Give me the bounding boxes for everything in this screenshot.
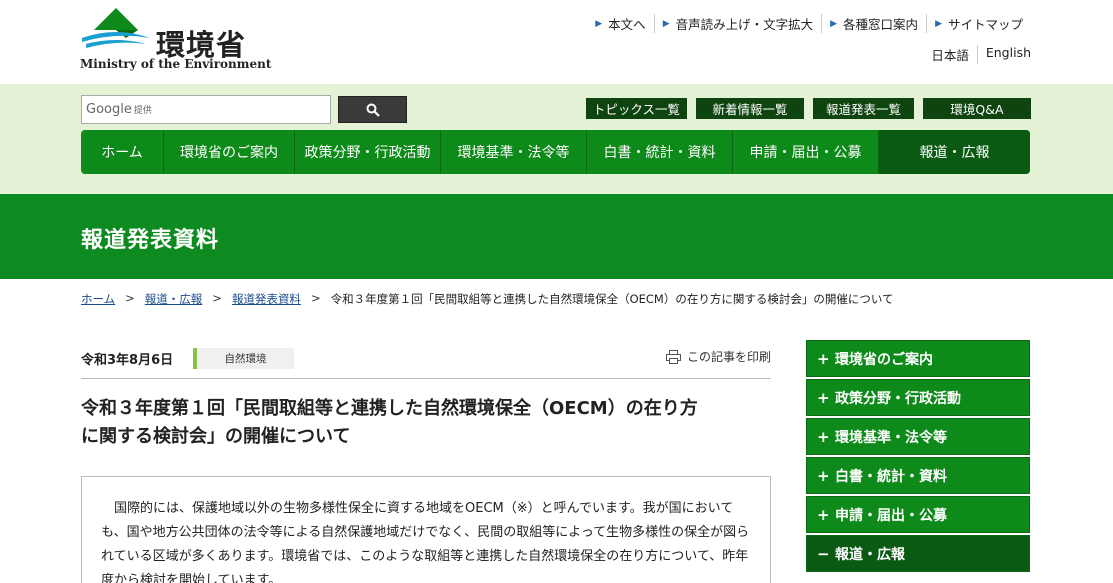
side-nav-about[interactable]: + 環境省のご案内	[806, 340, 1030, 377]
triangle-right-icon: ▶	[830, 18, 838, 29]
google-branding: Google 提供	[86, 102, 152, 117]
side-nav-press[interactable]: − 報道・広報	[806, 535, 1030, 572]
logo-subtitle: Ministry of the Environment	[80, 57, 272, 71]
search-input[interactable]	[144, 98, 324, 121]
util-link-contacts[interactable]: ▶ 各種窓口案内	[821, 14, 926, 33]
page-title: 報道発表資料	[81, 228, 220, 253]
article-body: 国際的には、保護地域以外の生物多様性保全に資する地域をOECM（※）と呼んでいま…	[101, 501, 750, 583]
gnav-standards[interactable]: 環境基準・法令等	[441, 130, 587, 174]
breadcrumb-current: 令和３年度第１回「民間取組等と連携した自然環境保全（OECM）の在り方に関する検…	[330, 292, 894, 306]
side-nav: + 環境省のご案内 + 政策分野・行政活動 + 環境基準・法令等 + 白書・統計・資料 …	[806, 340, 1030, 574]
search-box: Google 提供	[81, 95, 331, 124]
plus-icon: +	[817, 466, 830, 485]
printer-icon	[665, 349, 681, 364]
utility-links: ▶ 本文へ ▶ 音声読み上げ・文字拡大 ▶ 各種窓口案内 ▶ サイトマップ	[587, 14, 1031, 33]
article-title-line: 令和３年度第１回「民間取組等と連携した自然環境保全（OECM）の在り方	[81, 398, 698, 419]
triangle-right-icon: ▶	[935, 18, 942, 29]
page-banner: 報道発表資料	[0, 194, 1113, 279]
gnav-about[interactable]: 環境省のご案内	[164, 130, 295, 174]
search-icon	[366, 103, 380, 117]
gnav-home[interactable]: ホーム	[81, 130, 164, 174]
category-tag: 自然環境	[193, 348, 294, 369]
lang-japanese[interactable]: 日本語	[923, 45, 977, 64]
util-link-sitemap[interactable]: ▶ サイトマップ	[926, 14, 1031, 33]
gnav-applications[interactable]: 申請・届出・公募	[733, 130, 879, 174]
side-nav-whitepaper[interactable]: + 白書・統計・資料	[806, 457, 1030, 494]
breadcrumb-releases[interactable]: 報道発表資料	[232, 291, 301, 307]
logo-mark-icon	[82, 8, 150, 48]
article-meta: 令和3年8月6日 自然環境 この記事を印刷	[81, 348, 771, 376]
global-nav: ホーム 環境省のご案内 政策分野・行政活動 環境基準・法令等 白書・統計・資料 …	[81, 130, 1030, 174]
breadcrumb-separator: >	[212, 291, 222, 305]
gnav-policy[interactable]: 政策分野・行政活動	[295, 130, 441, 174]
gnav-whitepaper[interactable]: 白書・統計・資料	[587, 130, 733, 174]
navigation-band: Google 提供 トピックス一覧 新着情報一覧 報道発表一覧 環境Q&A ホーム…	[0, 84, 1113, 194]
quick-qa[interactable]: 環境Q&A	[923, 98, 1031, 119]
gnav-press[interactable]: 報道・広報	[879, 130, 1030, 174]
util-link-skip[interactable]: ▶ 本文へ	[587, 14, 653, 33]
side-nav-policy[interactable]: + 政策分野・行政活動	[806, 379, 1030, 416]
breadcrumb-press[interactable]: 報道・広報	[145, 291, 203, 307]
util-link-accessibility[interactable]: ▶ 音声読み上げ・文字拡大	[653, 14, 821, 33]
minus-icon: −	[817, 544, 830, 563]
breadcrumb: ホーム > 報道・広報 > 報道発表資料 > 令和３年度第１回「民間取組等と連携…	[81, 291, 894, 307]
article-summary-box: 国際的には、保護地域以外の生物多様性保全に資する地域をOECM（※）と呼んでいま…	[81, 476, 771, 583]
lang-english[interactable]: English	[976, 45, 1031, 64]
quick-topics[interactable]: トピックス一覧	[586, 98, 687, 119]
plus-icon: +	[817, 427, 830, 446]
side-nav-applications[interactable]: + 申請・届出・公募	[806, 496, 1030, 533]
quick-links: トピックス一覧 新着情報一覧 報道発表一覧 環境Q&A	[586, 98, 1031, 119]
article-title: 令和３年度第１回「民間取組等と連携した自然環境保全（OECM）の在り方 に関する…	[81, 395, 771, 451]
triangle-right-icon: ▶	[662, 18, 670, 29]
breadcrumb-separator: >	[310, 291, 321, 305]
site-header: 環境省 Ministry of the Environment ▶ 本文へ ▶ 音声…	[0, 0, 1113, 84]
divider	[81, 378, 771, 379]
site-logo[interactable]: 環境省 Ministry of the Environment	[80, 8, 272, 72]
plus-icon: +	[817, 349, 830, 368]
article-date: 令和3年8月6日	[81, 353, 174, 368]
side-nav-standards[interactable]: + 環境基準・法令等	[806, 418, 1030, 455]
quick-press[interactable]: 報道発表一覧	[813, 98, 914, 119]
plus-icon: +	[817, 505, 830, 524]
print-link[interactable]: この記事を印刷	[665, 348, 771, 365]
print-label: この記事を印刷	[686, 350, 771, 364]
language-links: 日本語 English	[923, 45, 1031, 64]
triangle-right-icon: ▶	[595, 18, 603, 29]
breadcrumb-home[interactable]: ホーム	[81, 291, 115, 307]
article-title-line: に関する検討会」の開催について	[81, 426, 351, 447]
breadcrumb-separator: >	[125, 291, 135, 305]
quick-news[interactable]: 新着情報一覧	[696, 98, 804, 119]
plus-icon: +	[817, 388, 830, 407]
search-button[interactable]	[338, 96, 407, 123]
